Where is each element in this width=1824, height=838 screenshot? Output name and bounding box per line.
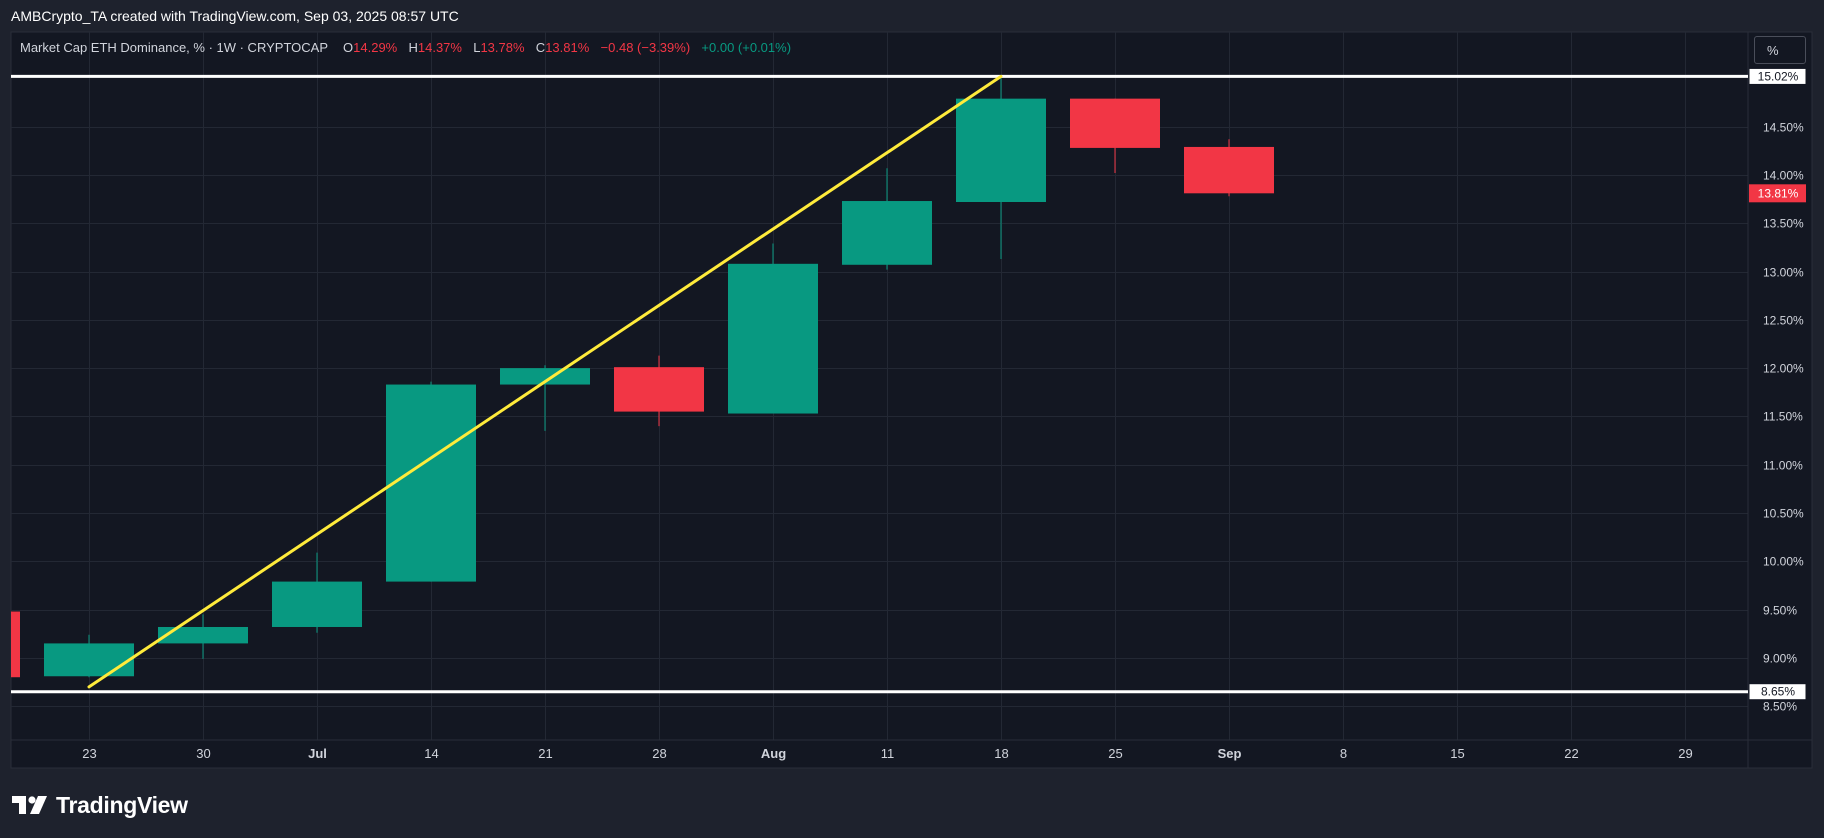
y-tick-label: 10.50%	[1763, 507, 1804, 521]
change-value: −0.48 (−3.39%)	[600, 40, 691, 55]
candle-body	[956, 98, 1046, 202]
x-tick-label: 21	[538, 746, 552, 761]
last-price-label: 13.81%	[1758, 186, 1799, 200]
x-tick-label: 15	[1450, 746, 1464, 761]
x-tick-label: Jul	[308, 746, 327, 761]
symbol-title[interactable]: Market Cap ETH Dominance, % · 1W · CRYPT…	[20, 40, 328, 55]
tradingview-logo-icon	[12, 796, 47, 814]
candle	[728, 243, 818, 414]
high-label: H	[408, 40, 418, 55]
candle-body	[386, 384, 476, 582]
extra-change-value: +0.00 (+0.01%)	[701, 40, 792, 55]
candle-body	[272, 581, 362, 627]
brand-name: TradingView	[56, 791, 188, 818]
x-tick-label: 28	[652, 746, 666, 761]
candle-body	[44, 643, 134, 677]
candle-body	[1070, 98, 1160, 148]
y-tick-label: 14.00%	[1763, 169, 1804, 183]
x-tick-label: 14	[424, 746, 438, 761]
chart: 8.50% 9.00% 9.50% 10.00% 10.50% 11.00% 11.50% 1…	[10, 31, 1813, 769]
open-value: 14.29%	[353, 40, 398, 55]
x-tick-label: 23	[82, 746, 96, 761]
low-value: 13.78%	[480, 40, 525, 55]
candle-body	[11, 611, 20, 678]
y-tick-label: 14.50%	[1763, 121, 1804, 135]
x-tick-label: 22	[1564, 746, 1578, 761]
y-tick-label: 13.50%	[1763, 217, 1804, 231]
candle-body	[1184, 146, 1274, 194]
candle	[386, 381, 476, 582]
y-tick-label: 12.50%	[1763, 314, 1804, 328]
candle	[11, 611, 20, 678]
close-value: 13.81%	[545, 40, 590, 55]
y-tick-label: 9.00%	[1763, 652, 1797, 666]
candle	[1184, 139, 1274, 197]
level-price-label: 15.02%	[1758, 69, 1799, 83]
x-tick-label: 25	[1108, 746, 1122, 761]
y-tick-label: 10.00%	[1763, 555, 1804, 569]
x-tick-label: 30	[196, 746, 210, 761]
candle-body	[158, 626, 248, 644]
y-tick-label: 12.00%	[1763, 362, 1804, 376]
y-tick-label: 8.50%	[1763, 700, 1797, 714]
close-label: C	[535, 40, 546, 55]
x-tick-label: Aug	[761, 746, 786, 761]
time-axis[interactable]: 23 30 Jul 14 21 28 Aug 11 18 25 Sep 8 15 22 29	[82, 746, 1692, 761]
y-tick-label: 11.00%	[1763, 459, 1803, 473]
open-label: O	[343, 40, 354, 55]
x-tick-label: 11	[881, 746, 895, 761]
candle-body	[728, 263, 818, 414]
level-price-label: 8.65%	[1761, 685, 1795, 699]
x-tick-label: 18	[994, 746, 1008, 761]
percent-scale-button[interactable]: %	[1754, 36, 1806, 64]
x-tick-label: 29	[1678, 746, 1692, 761]
y-tick-label: 9.50%	[1763, 604, 1797, 618]
chart-background	[10, 31, 1813, 769]
symbol-legend: Market Cap ETH Dominance, % · 1W · CRYPT…	[20, 38, 791, 58]
candle-body	[842, 201, 932, 265]
candle-body	[614, 367, 704, 412]
y-tick-label: 13.00%	[1763, 266, 1804, 280]
x-tick-label: 8	[1340, 746, 1347, 761]
x-tick-label: Sep	[1218, 746, 1242, 761]
tradingview-brand[interactable]: TradingView	[12, 790, 188, 820]
high-value: 14.37%	[417, 40, 462, 55]
y-tick-label: 11.50%	[1763, 410, 1803, 424]
